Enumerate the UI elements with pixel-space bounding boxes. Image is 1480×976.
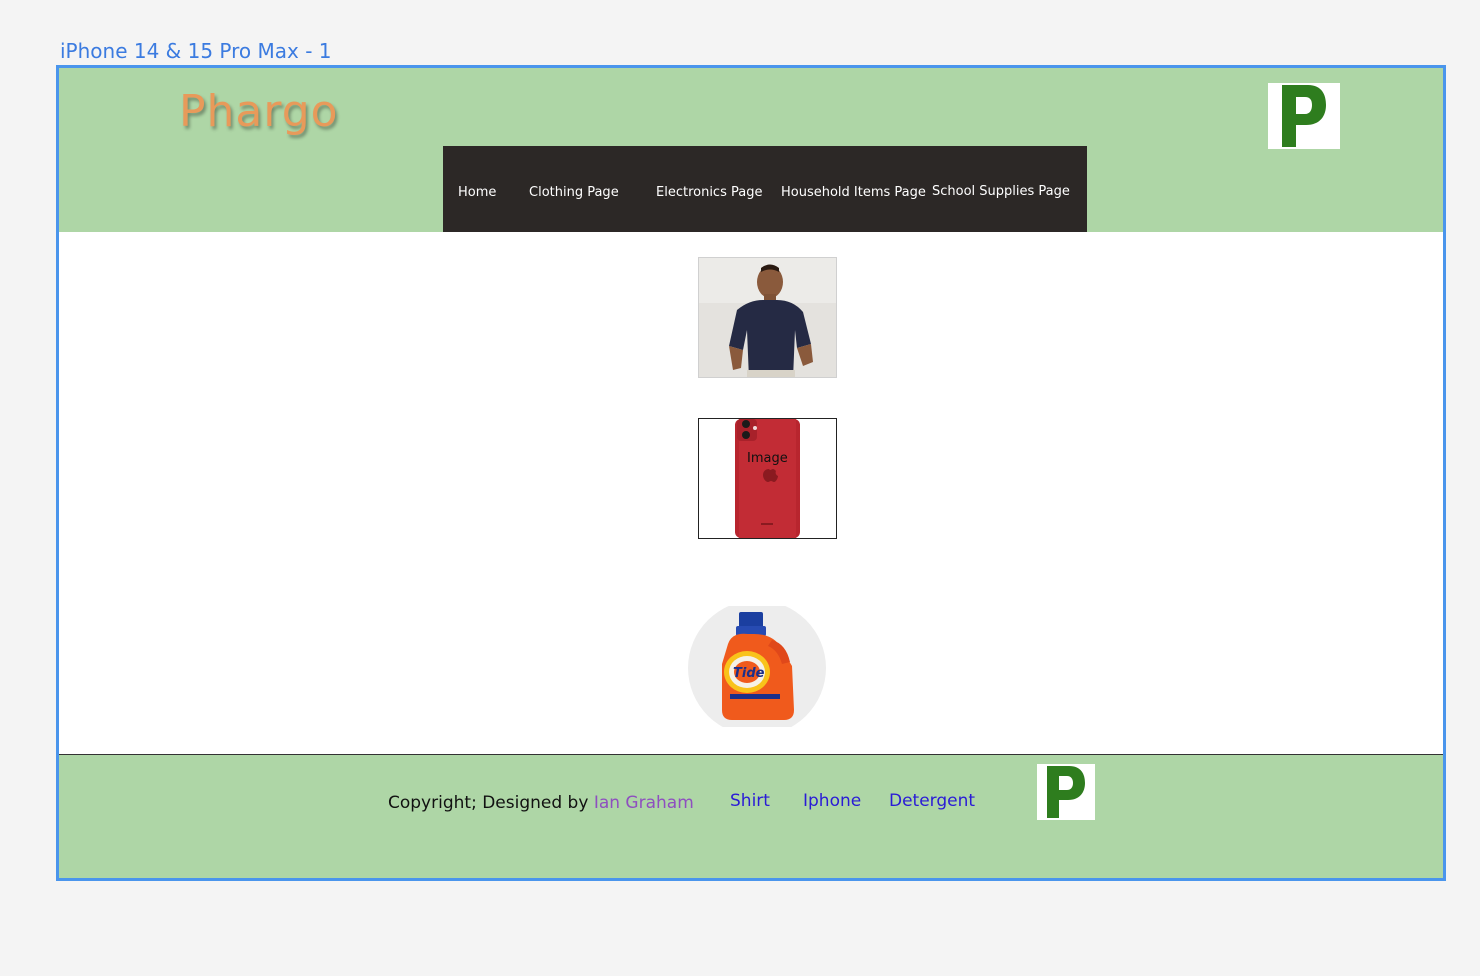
copyright-text: Copyright; Designed by Ian Graham: [388, 793, 694, 813]
nav-clothing[interactable]: Clothing Page: [529, 185, 619, 200]
nav-school-supplies[interactable]: School Supplies Page: [932, 184, 1070, 199]
footer-link-shirt[interactable]: Shirt: [730, 791, 770, 811]
nav-home[interactable]: Home: [458, 185, 496, 200]
header: Phargo Home Clothing Page Electronics Pa…: [59, 68, 1443, 232]
header-logo: [1268, 83, 1340, 149]
author-name[interactable]: Ian Graham: [594, 793, 694, 813]
footer: Copyright; Designed by Ian Graham Shirt …: [59, 754, 1443, 878]
copyright-prefix: Copyright; Designed by: [388, 793, 594, 813]
detergent-image[interactable]: Tide: [688, 606, 827, 727]
logo-p-icon: [1047, 766, 1085, 818]
logo-p-icon: [1282, 85, 1326, 147]
page-frame: Phargo Home Clothing Page Electronics Pa…: [56, 65, 1446, 881]
nav-household[interactable]: Household Items Page: [781, 185, 926, 200]
svg-text:Tide: Tide: [733, 666, 765, 681]
image-placeholder-label: Image: [747, 451, 788, 466]
brand-name: Phargo: [179, 86, 339, 137]
phone-image[interactable]: Image: [698, 418, 837, 539]
footer-logo: [1037, 764, 1095, 820]
footer-link-detergent[interactable]: Detergent: [889, 791, 975, 811]
shirt-image[interactable]: [698, 257, 837, 378]
main-nav: Home Clothing Page Electronics Page Hous…: [443, 146, 1087, 232]
footer-link-iphone[interactable]: Iphone: [803, 791, 861, 811]
nav-electronics[interactable]: Electronics Page: [656, 185, 762, 200]
frame-title: iPhone 14 & 15 Pro Max - 1: [60, 39, 332, 63]
